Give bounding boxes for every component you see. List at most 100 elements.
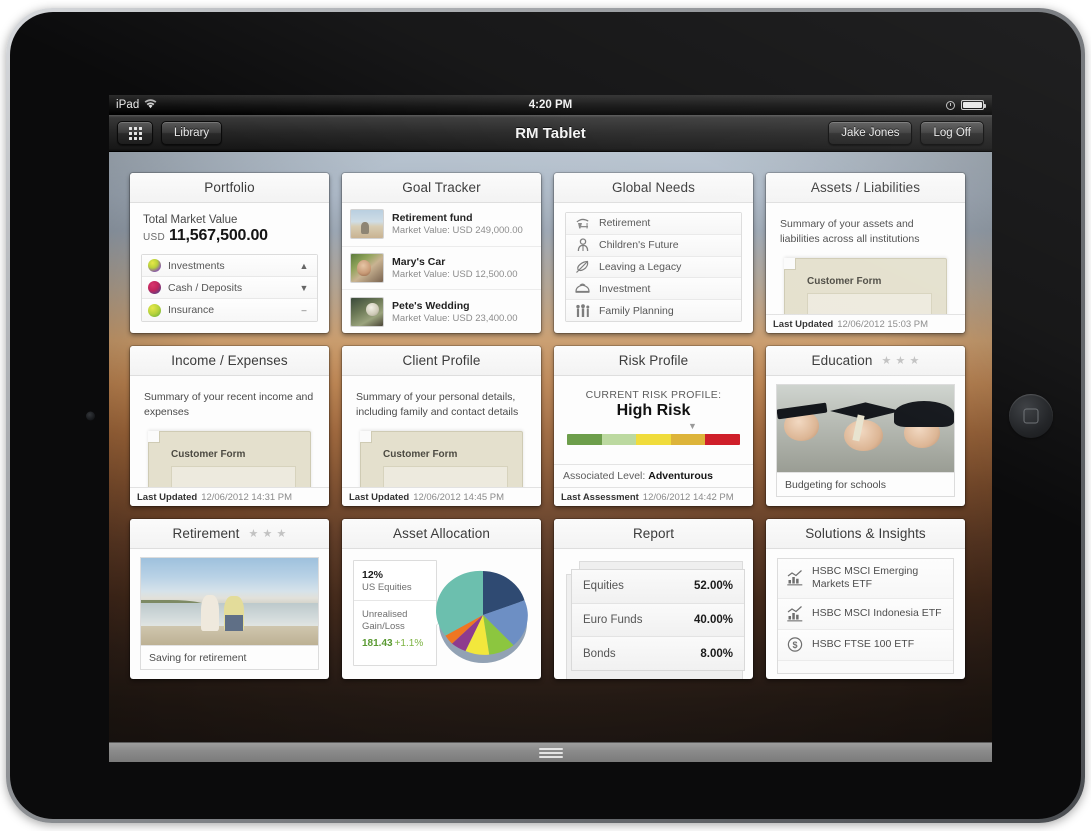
tile-title: Portfolio (204, 180, 255, 195)
star-icon[interactable]: ★ (881, 355, 891, 366)
goal-thumbnail (350, 296, 384, 327)
tile-education[interactable]: Education ★ ★ ★ Budgeting for schools (766, 346, 965, 506)
tile-assets-liabilities[interactable]: Assets / Liabilities Summary of your ass… (766, 173, 965, 333)
list-item[interactable]: Mary's Car Market Value: USD 12,500.00 (342, 247, 541, 291)
library-button[interactable]: Library (161, 121, 223, 145)
risk-associated-value: Adventurous (648, 470, 713, 482)
table-row[interactable]: Equities 52.00% (572, 570, 744, 604)
list-item[interactable]: Insurance – (142, 299, 317, 321)
tile-footer: Last Updated 12/06/2012 14:45 PM (342, 487, 541, 506)
tile-header: Client Profile (342, 346, 541, 376)
dashboard-wallpaper: Portfolio Total Market Value USD 11,567,… (109, 152, 992, 762)
goal-name: Retirement fund (392, 212, 473, 225)
list-item[interactable]: Pete's Wedding Market Value: USD 23,400.… (342, 290, 541, 333)
form-inner-area (383, 466, 508, 487)
risk-associated-label: Associated Level: (563, 470, 646, 482)
tile-solutions-insights[interactable]: Solutions & Insights HSBC MSCI Emerging … (766, 519, 965, 679)
list-item-label: Investment (599, 282, 651, 295)
list-item[interactable]: Investment (566, 278, 741, 301)
tile-portfolio[interactable]: Portfolio Total Market Value USD 11,567,… (130, 173, 329, 333)
footer-label: Last Updated (137, 491, 198, 503)
down-triangle-marker: ▼ (688, 421, 697, 431)
user-button[interactable]: Jake Jones (828, 121, 913, 145)
list-item-label: Children's Future (599, 239, 679, 252)
tile-asset-allocation[interactable]: Asset Allocation 12% US Equities Unreali… (342, 519, 541, 679)
form-inner-area (807, 293, 932, 314)
tile-title: Report (632, 526, 675, 541)
education-card[interactable]: Budgeting for schools (776, 384, 955, 497)
front-camera-icon (86, 411, 95, 420)
rating-stars[interactable]: ★ ★ ★ (881, 355, 919, 366)
tile-risk-profile[interactable]: Risk Profile CURRENT RISK PROFILE: High … (554, 346, 753, 506)
list-item[interactable]: Retirement fund Market Value: USD 249,00… (342, 203, 541, 247)
family-icon (574, 302, 591, 319)
category-color-dot (148, 259, 161, 272)
list-item[interactable]: Children's Future (566, 234, 741, 257)
tile-title: Education (811, 353, 873, 368)
tile-goal-tracker[interactable]: Goal Tracker Retirement fund Market Valu… (342, 173, 541, 333)
list-item[interactable]: Family Planning (566, 300, 741, 321)
list-item[interactable]: $ HSBC FTSE 100 ETF (778, 629, 953, 661)
star-icon[interactable]: ★ (895, 355, 905, 366)
list-item-label: Insurance (168, 304, 215, 316)
callout-percent: 12% (362, 569, 384, 581)
goal-name: Mary's Car (392, 256, 446, 268)
form-inner-area (171, 466, 296, 487)
row-label: Euro Funds (583, 614, 643, 626)
tile-title: Assets / Liabilities (810, 180, 921, 195)
list-item[interactable]: Cash / Deposits ▼ (142, 277, 317, 299)
table-row[interactable]: Bonds 8.00% (572, 637, 744, 671)
row-value: 52.00% (693, 580, 733, 593)
grid-icon (128, 126, 142, 140)
solutions-list: HSBC MSCI Emerging Markets ETF HSBC MSCI… (777, 558, 954, 674)
star-icon[interactable]: ★ (909, 355, 919, 366)
bottom-dock-bar[interactable] (109, 742, 992, 762)
gain-value: 181.43 (362, 637, 393, 649)
star-icon[interactable]: ★ (277, 528, 287, 539)
education-caption: Budgeting for schools (777, 472, 954, 496)
tile-client-profile[interactable]: Client Profile Summary of your personal … (342, 346, 541, 506)
tile-body: Total Market Value USD 11,567,500.00 Inv… (130, 203, 329, 333)
tile-body: Retirement Children's Future Leaving a L… (554, 203, 753, 333)
allocation-pie-chart[interactable] (431, 563, 535, 667)
footer-value: 12/06/2012 14:42 PM (642, 491, 734, 503)
home-button[interactable] (1009, 393, 1053, 438)
tile-summary: Summary of your personal details, includ… (356, 391, 519, 418)
grid-menu-button[interactable] (117, 121, 153, 145)
portfolio-value: 11,567,500.00 (169, 227, 268, 244)
portfolio-currency: USD (143, 232, 166, 243)
list-item-label: Cash / Deposits (168, 281, 243, 294)
table-row[interactable]: Euro Funds 40.00% (572, 603, 744, 638)
rating-stars[interactable]: ★ ★ ★ (249, 528, 287, 539)
goal-value: Market Value: USD 12,500.00 (392, 269, 518, 280)
unrealised-gain: 181.43 +1.1% (362, 638, 428, 649)
tile-header: Solutions & Insights (766, 519, 965, 549)
star-icon[interactable]: ★ (263, 528, 273, 539)
footer-label: Last Updated (349, 491, 410, 503)
list-item-label: HSBC MSCI Indonesia ETF (812, 607, 942, 620)
list-item[interactable]: Leaving a Legacy (566, 256, 741, 279)
grip-handle-icon[interactable] (538, 747, 563, 758)
retirement-card[interactable]: Saving for retirement (140, 557, 319, 670)
list-item[interactable]: Retirement (566, 213, 741, 235)
tile-global-needs[interactable]: Global Needs Retirement Children's Futur… (554, 173, 753, 333)
list-item[interactable]: HSBC MSCI Emerging Markets ETF (778, 559, 953, 599)
customer-form-preview: Customer Form (360, 431, 523, 487)
tile-header: Goal Tracker (342, 173, 541, 203)
tile-income-expenses[interactable]: Income / Expenses Summary of your recent… (130, 346, 329, 506)
logoff-button[interactable]: Log Off (920, 121, 984, 145)
star-icon[interactable]: ★ (249, 528, 259, 539)
tile-report[interactable]: Report Equities 52.00% Euro Funds 40.00%… (554, 519, 753, 679)
tile-body: Summary of your assets and liabilities a… (766, 203, 965, 314)
tile-title: Risk Profile (618, 353, 689, 368)
tile-retirement[interactable]: Retirement ★ ★ ★ Saving for retirement (130, 519, 329, 679)
list-item[interactable]: Investments ▲ (142, 255, 317, 277)
portfolio-amount: USD 11,567,500.00 (130, 226, 329, 245)
tile-title: Client Profile (402, 353, 481, 368)
rotation-lock-icon (946, 100, 955, 110)
app-navigation-bar: Library RM Tablet Jake Jones Log Off (109, 115, 992, 152)
tile-title: Solutions & Insights (805, 526, 926, 541)
list-item[interactable]: HSBC MSCI Indonesia ETF (778, 598, 953, 630)
list-item-label: Retirement (599, 217, 651, 230)
risk-scale-bar (567, 434, 740, 445)
